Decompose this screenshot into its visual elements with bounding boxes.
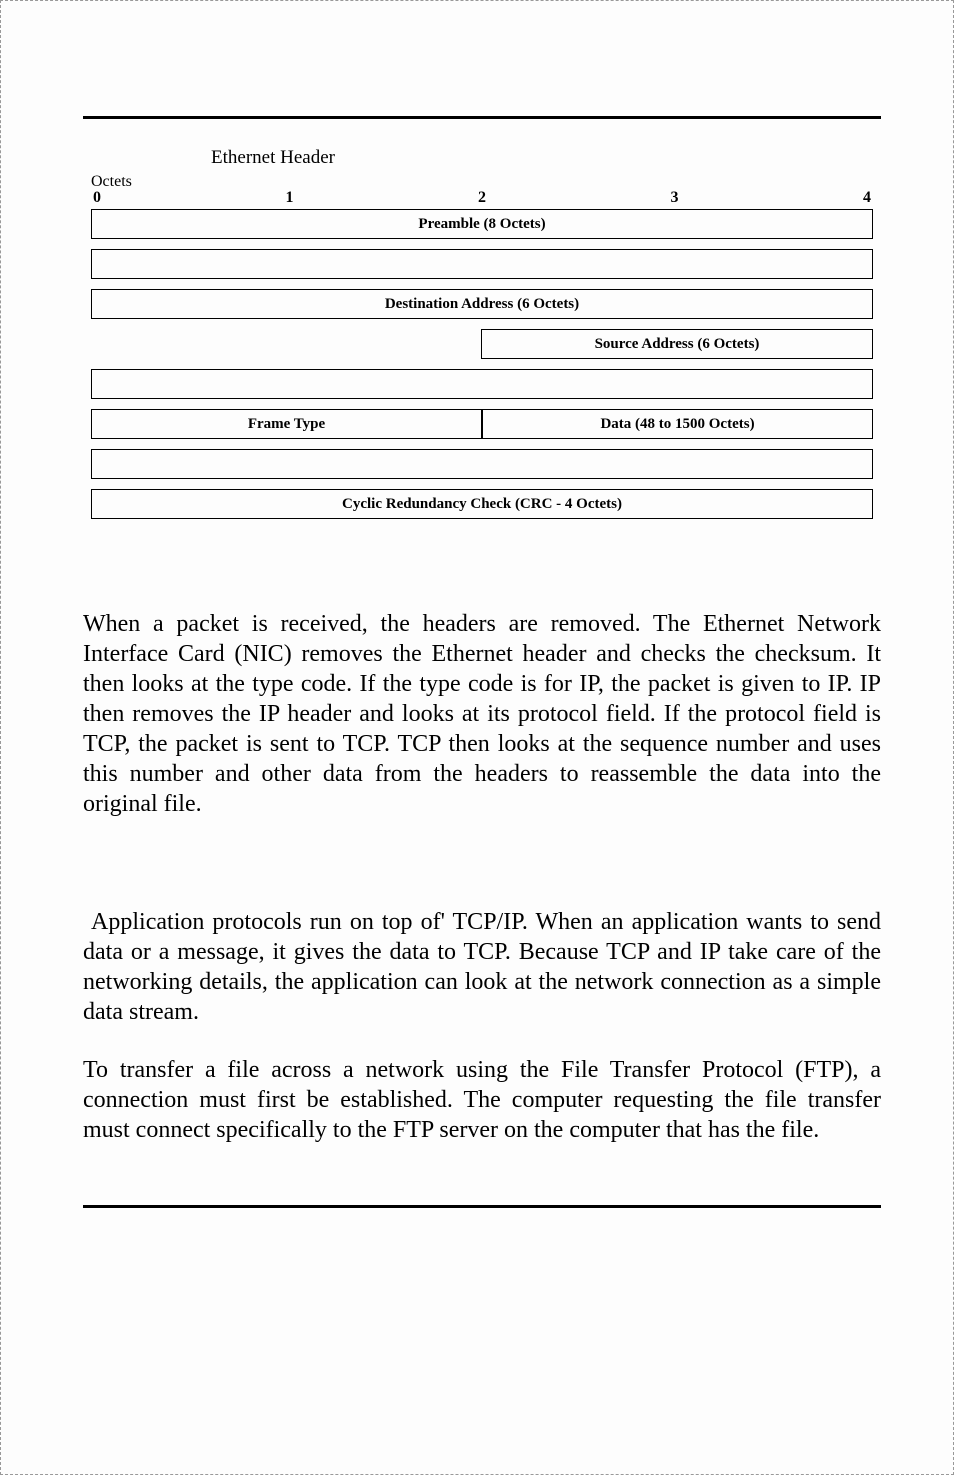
row-dest-addr: Destination Address (6 Octets) bbox=[91, 289, 873, 319]
row-spacer-2 bbox=[91, 369, 873, 399]
ethernet-header-diagram: Ethernet Header Octets 0 1 2 3 4 Preambl… bbox=[91, 147, 873, 519]
scale-2: 2 bbox=[478, 189, 486, 207]
scale-3: 3 bbox=[671, 189, 679, 207]
paragraph-1: When a packet is received, the headers a… bbox=[83, 609, 881, 819]
octet-scale: 0 1 2 3 4 bbox=[91, 189, 873, 207]
cell-blank bbox=[91, 249, 873, 279]
scale-1: 1 bbox=[286, 189, 294, 207]
scale-0: 0 bbox=[93, 189, 101, 207]
diagram-title: Ethernet Header bbox=[211, 147, 873, 169]
row-crc: Cyclic Redundancy Check (CRC - 4 Octets) bbox=[91, 489, 873, 519]
cell-blank bbox=[91, 449, 873, 479]
row-preamble: Preamble (8 Octets) bbox=[91, 209, 873, 239]
page-content: Ethernet Header Octets 0 1 2 3 4 Preambl… bbox=[1, 1, 953, 1268]
cell-frame-type: Frame Type bbox=[91, 409, 482, 439]
cell-src-addr: Source Address (6 Octets) bbox=[481, 329, 873, 359]
paragraph-gap bbox=[83, 847, 881, 907]
paragraph-2: Application protocols run on top of' TCP… bbox=[83, 907, 881, 1027]
top-rule bbox=[83, 116, 881, 119]
cell-blank bbox=[91, 369, 873, 399]
cell-dest-addr: Destination Address (6 Octets) bbox=[91, 289, 873, 319]
cell-crc: Cyclic Redundancy Check (CRC - 4 Octets) bbox=[91, 489, 873, 519]
scale-4: 4 bbox=[863, 189, 871, 207]
row-src-addr: Source Address (6 Octets) bbox=[91, 329, 873, 359]
cell-data: Data (48 to 1500 Octets) bbox=[482, 409, 873, 439]
bottom-rule bbox=[83, 1205, 881, 1208]
cell-preamble: Preamble (8 Octets) bbox=[91, 209, 873, 239]
row-spacer-3 bbox=[91, 449, 873, 479]
row-spacer-1 bbox=[91, 249, 873, 279]
row-frametype-data: Frame Type Data (48 to 1500 Octets) bbox=[91, 409, 873, 439]
body-text: When a packet is received, the headers a… bbox=[83, 609, 881, 1145]
cell-blank-left bbox=[91, 329, 481, 359]
paragraph-3: To transfer a file across a network usin… bbox=[83, 1055, 881, 1145]
